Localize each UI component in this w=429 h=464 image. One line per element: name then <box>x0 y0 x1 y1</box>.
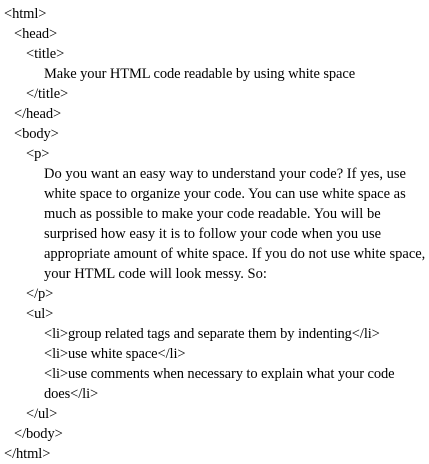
head-open-tag: <head> <box>14 26 58 42</box>
body-close-tag: </body> <box>14 426 63 442</box>
title-open-tag: <title> <box>26 46 65 62</box>
p-close-tag: </p> <box>26 286 54 302</box>
head-close-tag: </head> <box>14 106 62 122</box>
html-open-tag: <html> <box>4 6 47 22</box>
list-item-2: <li>use white space</li> <box>44 346 186 362</box>
p-open-tag: <p> <box>26 146 50 162</box>
list-item-3-line-2: does</li> <box>44 386 99 402</box>
body-open-tag: <body> <box>14 126 59 142</box>
ul-open-tag: <ul> <box>26 306 54 322</box>
html-close-tag: </html> <box>4 446 51 462</box>
list-item-1: <li>group related tags and separate them… <box>44 326 380 342</box>
html-code-listing: <html> <head> <title> Make your HTML cod… <box>4 4 425 464</box>
title-close-tag: </title> <box>26 86 69 102</box>
title-text: Make your HTML code readable by using wh… <box>44 66 356 82</box>
list-item-3-line-1: <li>use comments when necessary to expla… <box>44 366 395 382</box>
ul-close-tag: </ul> <box>26 406 58 422</box>
paragraph-text: Do you want an easy way to understand yo… <box>44 166 426 282</box>
